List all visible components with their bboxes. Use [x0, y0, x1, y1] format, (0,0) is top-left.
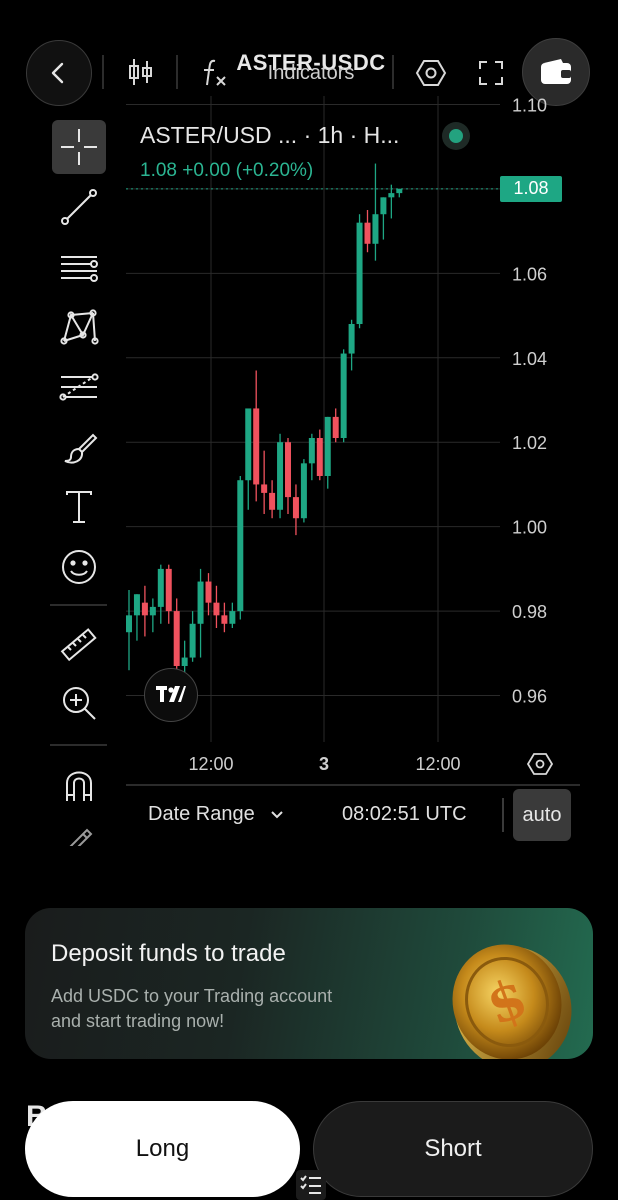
candle-body: [245, 408, 252, 481]
chart-settings-icon[interactable]: [526, 750, 554, 778]
tradingview-icon: [156, 686, 186, 702]
y-tick-label: 1.02: [512, 433, 547, 453]
zoom-in-tool[interactable]: [52, 676, 106, 730]
pattern-icon: [60, 309, 99, 345]
deposit-title: Deposit funds to trade: [51, 940, 286, 967]
text-tool[interactable]: [52, 480, 106, 534]
x-tick-label: 3: [319, 754, 329, 774]
magnet-tool[interactable]: [52, 758, 106, 812]
zoom-in-icon: [63, 687, 96, 720]
candle-body: [133, 594, 140, 616]
crosshair-tool[interactable]: [52, 120, 106, 174]
candle-body: [324, 416, 331, 476]
candle-body: [253, 408, 260, 485]
last-price-tag: 1.08: [500, 175, 562, 202]
candle-body: [340, 353, 347, 438]
ruler-tool[interactable]: [52, 618, 106, 672]
candle-body: [221, 615, 228, 624]
deposit-card[interactable]: Deposit funds to trade Add USDC to your …: [25, 908, 593, 1059]
y-tick-label: 0.96: [512, 687, 547, 707]
date-range-button[interactable]: Date Range: [148, 803, 284, 826]
chart-legend-price: 1.08 +0.00 (+0.20%): [140, 160, 314, 181]
candle-body: [308, 438, 315, 464]
pencil-tool[interactable]: [52, 818, 106, 846]
auto-scale-button[interactable]: auto: [513, 789, 571, 841]
emoji-icon: [62, 550, 96, 584]
candlestick-icon[interactable]: [126, 56, 156, 88]
fib-icon: [59, 373, 99, 401]
candle-body: [205, 581, 212, 603]
candle-body: [181, 657, 188, 666]
candle-body: [332, 416, 339, 438]
short-button[interactable]: Short: [313, 1101, 593, 1197]
candle-body: [261, 484, 268, 493]
candle-body: [149, 606, 156, 616]
candle-body: [372, 214, 379, 244]
magnet-icon: [66, 771, 92, 801]
candle-body: [380, 197, 387, 215]
hexagon-settings-icon[interactable]: [414, 56, 448, 90]
y-tick-label: 1.04: [512, 349, 547, 369]
candle-body: [269, 492, 276, 510]
candle-body: [285, 442, 291, 498]
candle-body: [197, 581, 204, 624]
long-button[interactable]: Long: [25, 1101, 300, 1197]
candle-body: [165, 568, 172, 612]
candle-body: [348, 324, 355, 354]
candle-body: [141, 602, 148, 616]
candle-body: [364, 222, 371, 244]
pencil-icon: [69, 828, 93, 846]
horizontal-lines-tool[interactable]: [52, 240, 106, 294]
pattern-tool[interactable]: [52, 300, 106, 354]
candle-body: [300, 463, 307, 519]
candle-body: [189, 623, 196, 658]
deposit-description: Add USDC to your Trading account and sta…: [51, 986, 333, 1031]
back-button[interactable]: [26, 40, 92, 106]
y-tick-label: 0.98: [512, 602, 547, 622]
candle-body: [213, 602, 220, 616]
candle-body: [356, 222, 363, 324]
trend-line-icon: [61, 189, 97, 225]
candle-body: [388, 193, 395, 198]
wallet-icon: [541, 59, 571, 84]
candle-body: [237, 480, 244, 612]
gold-coin-icon: $: [452, 944, 572, 1059]
candle-body: [229, 611, 236, 624]
candle-body: [316, 438, 323, 476]
candle-body: [396, 188, 403, 194]
emoji-tool[interactable]: [52, 540, 106, 594]
horizontal-lines-icon: [61, 256, 98, 282]
live-status-dot: [442, 122, 470, 150]
candle-body: [173, 611, 180, 666]
crosshair-icon: [61, 129, 97, 165]
tradingview-logo[interactable]: [144, 668, 198, 722]
chevron-down-icon: [271, 811, 284, 819]
wallet-button[interactable]: [522, 38, 590, 106]
chart-legend-title[interactable]: ASTER/USD ... · 1h · H...: [140, 122, 399, 149]
back-arrow-icon: [51, 62, 64, 84]
y-tick-label: 1.00: [512, 518, 547, 538]
candle-body: [126, 615, 132, 633]
fib-tool[interactable]: [52, 360, 106, 414]
x-tick-label: 12:00: [415, 754, 460, 774]
fullscreen-icon[interactable]: [476, 58, 506, 88]
x-tick-label: 12:00: [188, 754, 233, 774]
date-range-label: Date Range: [148, 803, 255, 825]
indicators-label[interactable]: Indicators: [226, 62, 396, 85]
candle-body: [292, 497, 299, 519]
trend-line-tool[interactable]: [52, 180, 106, 234]
candle-body: [277, 442, 284, 510]
brush-tool[interactable]: [52, 420, 106, 474]
brush-icon: [64, 433, 98, 464]
candle-body: [157, 568, 164, 607]
ruler-icon: [60, 628, 97, 662]
text-icon: [66, 491, 92, 523]
orders-list-icon[interactable]: [296, 1170, 326, 1200]
y-tick-label: 1.06: [512, 264, 547, 284]
utc-clock[interactable]: 08:02:51 UTC: [342, 803, 467, 826]
